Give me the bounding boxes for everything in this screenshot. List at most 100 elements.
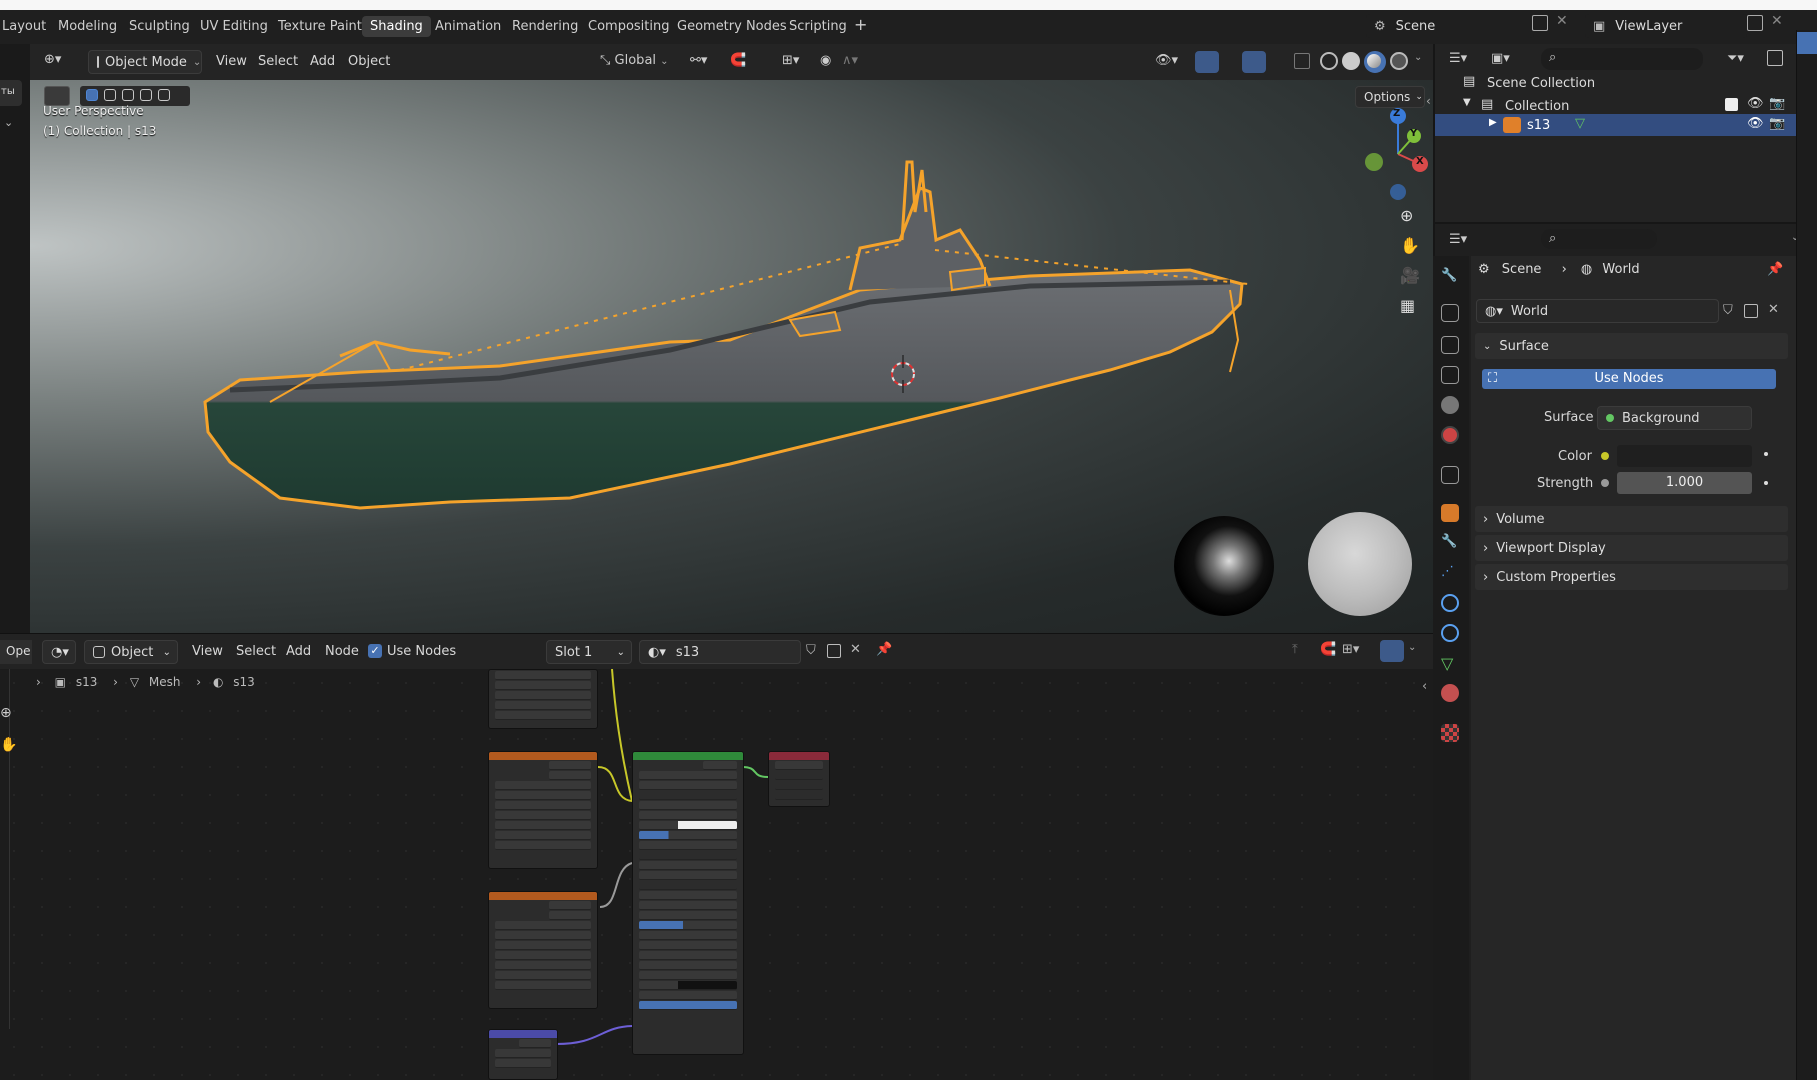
- material-name-field[interactable]: s13: [676, 645, 699, 660]
- chevron-left-icon[interactable]: ‹: [1426, 94, 1431, 108]
- collapse-arrow-icon[interactable]: ▼: [1463, 97, 1471, 108]
- image-texture-node[interactable]: [488, 891, 598, 1009]
- eye-icon[interactable]: 👁: [1747, 116, 1764, 131]
- surface-panel-header[interactable]: ⌄ Surface: [1475, 333, 1788, 359]
- 3d-viewport[interactable]: Options ⌄ User Perspective (1) Collection…: [30, 80, 1433, 633]
- outliner-row-scene-collection[interactable]: ▤ Scene Collection: [1463, 64, 1793, 91]
- material-output-node[interactable]: [768, 751, 830, 807]
- solid-shading-icon[interactable]: [1342, 52, 1360, 70]
- material-selector[interactable]: ◐▾ s13: [639, 640, 801, 664]
- physics-tab-icon[interactable]: [1441, 594, 1459, 612]
- pan-hand-icon[interactable]: ✋: [1400, 236, 1420, 255]
- expand-arrow-icon[interactable]: ▶: [1489, 117, 1497, 128]
- image-texture-node[interactable]: [488, 751, 598, 869]
- menu-view[interactable]: View: [216, 54, 247, 69]
- add-workspace-button[interactable]: +: [854, 15, 867, 34]
- object-tab-icon[interactable]: [1441, 504, 1459, 522]
- particles-tab-icon[interactable]: ⋰: [1441, 564, 1459, 582]
- duplicate-world-icon[interactable]: [1744, 304, 1758, 318]
- node-overlay-icon[interactable]: [1380, 640, 1404, 662]
- unlink-world-icon[interactable]: ✕: [1768, 302, 1779, 317]
- node-menu-node[interactable]: Node: [325, 644, 359, 659]
- parent-node-tree-icon[interactable]: ⤒: [1292, 642, 1298, 657]
- keyframe-dot-icon[interactable]: [1764, 481, 1768, 485]
- xray-icon[interactable]: [1294, 53, 1310, 69]
- tab-geometry-nodes[interactable]: Geometry Nodes: [677, 19, 787, 34]
- render-tab-icon[interactable]: [1441, 304, 1459, 322]
- modifier-tab-icon[interactable]: 🔧: [1441, 534, 1459, 552]
- node-snap-icon[interactable]: 🧲: [1320, 642, 1336, 657]
- scene-selector[interactable]: ⚙ Scene: [1366, 14, 1534, 38]
- color-socket-icon[interactable]: [1601, 452, 1609, 460]
- node-menu-add[interactable]: Add: [286, 644, 311, 659]
- new-viewlayer-icon[interactable]: [1747, 15, 1763, 31]
- object-data-tab-icon[interactable]: ▽: [1441, 654, 1459, 673]
- tab-uv-editing[interactable]: UV Editing: [200, 19, 268, 34]
- strength-field[interactable]: 1.000: [1617, 472, 1752, 494]
- exclude-checkbox[interactable]: [1725, 98, 1738, 111]
- pin-icon[interactable]: 📌: [876, 642, 892, 657]
- menu-select[interactable]: Select: [258, 54, 298, 69]
- perspective-grid-icon[interactable]: ▦: [1400, 296, 1415, 315]
- rendered-shading-icon[interactable]: [1390, 52, 1408, 70]
- volume-panel-header[interactable]: › Volume: [1475, 506, 1788, 532]
- render-camera-icon[interactable]: 📷: [1769, 96, 1785, 111]
- viewport-display-panel-header[interactable]: › Viewport Display: [1475, 535, 1788, 561]
- texture-tab-icon[interactable]: [1441, 724, 1459, 742]
- menu-object[interactable]: Object: [348, 54, 390, 69]
- tool-tab-icon[interactable]: 🔧: [1441, 268, 1459, 286]
- shader-type-dropdown[interactable]: Object ⌄: [84, 640, 178, 664]
- properties-search-input[interactable]: ⌕: [1541, 229, 1657, 249]
- node-editor-canvas[interactable]: ⊕ ✋ › ▣ s13 › ▽ Mesh › ◐ s13 ‹: [0, 669, 1433, 1080]
- custom-properties-panel-header[interactable]: › Custom Properties: [1475, 564, 1788, 590]
- gizmo-toggle-icon[interactable]: [1195, 51, 1219, 73]
- fake-user-shield-icon[interactable]: ⛉: [806, 643, 816, 658]
- editor-tab-cut[interactable]: Ope: [0, 640, 32, 664]
- node-editor-type-icon[interactable]: ◔▾: [42, 640, 76, 664]
- mode-dropdown[interactable]: Object Mode ⌄: [88, 50, 202, 74]
- eye-icon[interactable]: 👁: [1747, 96, 1764, 111]
- image-texture-node[interactable]: [488, 669, 598, 729]
- chevron-down-icon[interactable]: ⌄: [4, 116, 13, 129]
- node-menu-view[interactable]: View: [192, 644, 223, 659]
- output-tab-icon[interactable]: [1441, 336, 1459, 354]
- wireframe-shading-icon[interactable]: [1320, 52, 1338, 70]
- chevron-down-icon[interactable]: ⌄: [1408, 642, 1416, 653]
- unlink-material-icon[interactable]: ✕: [850, 642, 861, 657]
- editor-type-icon[interactable]: ⊕▾: [44, 52, 61, 67]
- tab-rendering[interactable]: Rendering: [512, 19, 578, 34]
- surface-shader-dropdown[interactable]: Background: [1597, 406, 1752, 430]
- visibility-icon[interactable]: 👁▾: [1155, 53, 1178, 68]
- view-layer-tab-icon[interactable]: [1441, 366, 1459, 384]
- pin-icon[interactable]: 📌: [1767, 262, 1783, 277]
- world-name-field[interactable]: World: [1511, 304, 1548, 319]
- keyframe-dot-icon[interactable]: [1764, 452, 1768, 456]
- mesh-data-icon[interactable]: ▽: [1575, 116, 1585, 131]
- tab-layout[interactable]: Layout: [2, 19, 46, 34]
- collection-tab-icon[interactable]: [1441, 466, 1459, 484]
- close-scene-icon[interactable]: ✕: [1556, 13, 1568, 29]
- scene-tab-icon[interactable]: [1441, 396, 1459, 414]
- material-tab-icon[interactable]: [1441, 684, 1459, 702]
- use-nodes-checkbox[interactable]: ✓: [368, 644, 382, 658]
- pivot-icon[interactable]: ⚯▾: [690, 53, 707, 68]
- slot-dropdown[interactable]: Slot 1 ⌄: [546, 640, 632, 664]
- snap-icon[interactable]: 🧲: [730, 53, 746, 68]
- tab-sculpting[interactable]: Sculpting: [129, 19, 190, 34]
- normal-map-node[interactable]: [488, 1029, 558, 1080]
- zoom-icon[interactable]: ⊕: [1400, 206, 1413, 225]
- snap-grid-icon[interactable]: ⊞▾: [1342, 642, 1359, 657]
- principled-bsdf-node[interactable]: [632, 751, 744, 1055]
- snap-target-icon[interactable]: ⊞▾: [782, 53, 799, 68]
- transform-orientation[interactable]: ⤡ Global ⌄: [600, 53, 669, 68]
- world-selector[interactable]: ◍▾ World: [1476, 299, 1719, 323]
- duplicate-material-icon[interactable]: [827, 644, 841, 658]
- color-swatch[interactable]: [1617, 445, 1752, 467]
- node-menu-select[interactable]: Select: [236, 644, 276, 659]
- world-tab-icon[interactable]: [1441, 426, 1459, 444]
- new-scene-icon[interactable]: [1532, 15, 1548, 31]
- outliner-row-s13[interactable]: ▶ s13 ▽ 👁 📷: [1435, 114, 1797, 136]
- tab-compositing[interactable]: Compositing: [588, 19, 670, 34]
- camera-icon[interactable]: 🎥: [1400, 266, 1420, 285]
- tab-modeling[interactable]: Modeling: [58, 19, 117, 34]
